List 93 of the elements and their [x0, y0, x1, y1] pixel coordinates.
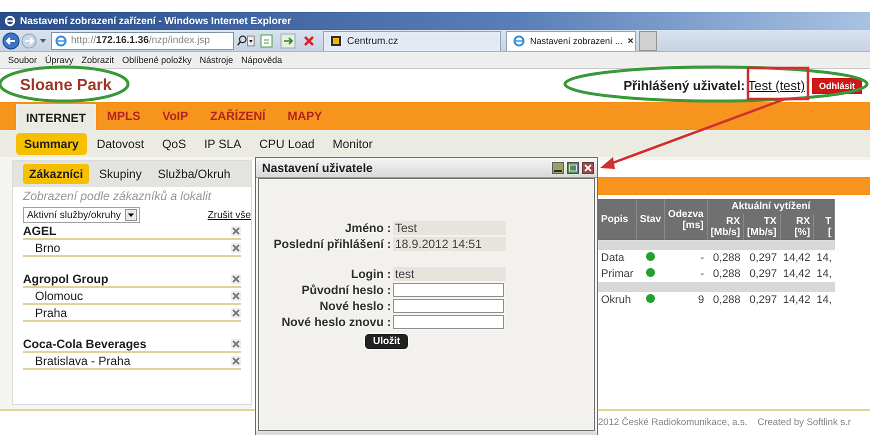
table-cell: 14,	[814, 250, 835, 266]
user-label: Přihlášený uživatel:	[624, 78, 745, 93]
back-forward-icon[interactable]	[2, 32, 48, 50]
page-icon	[55, 34, 67, 46]
search-icon[interactable]	[237, 32, 255, 48]
field-label: Nové heslo znovu :	[280, 315, 391, 329]
subnav-tab[interactable]: IP SLA	[196, 132, 250, 154]
table-cell: 14,42	[780, 250, 814, 266]
remove-icon[interactable]	[231, 242, 241, 252]
password-field[interactable]	[393, 315, 504, 329]
save-button[interactable]: Uložit	[365, 334, 408, 349]
window-title: Nastavení zobrazení zařízení - Windows Internet Explorer	[20, 16, 292, 26]
readonly-field: Test	[393, 221, 506, 235]
panel-tab[interactable]: Zákazníci	[23, 164, 90, 184]
browser-logo-icon	[4, 15, 16, 27]
table-cell: Data	[598, 250, 636, 266]
table-cell: -	[664, 250, 708, 266]
browser-tab[interactable]: Centrum.cz	[323, 30, 501, 50]
table-cell: 0,297	[744, 266, 780, 282]
customer-name[interactable]: Coca-Cola Beverages	[23, 336, 146, 350]
maximize-icon[interactable]	[567, 162, 579, 174]
remove-icon[interactable]	[231, 274, 241, 284]
site-icon	[330, 35, 342, 47]
column-header: RX [%]	[780, 214, 814, 240]
table-cell: 0,288	[707, 250, 744, 266]
site-logo: Sloane Park	[20, 76, 112, 94]
footer-text: 2012 České Radiokomunikace, a.s.	[598, 417, 748, 428]
subnav-tab[interactable]: Monitor	[324, 132, 381, 154]
location-name[interactable]: Olomouc	[35, 288, 84, 302]
dialog-title: Nastavení uživatele	[262, 160, 374, 174]
table-cell: 0,288	[707, 292, 744, 308]
location-name[interactable]: Brno	[35, 240, 60, 254]
table-cell: 14,42	[780, 266, 814, 282]
nav-tab[interactable]: INTERNET	[16, 104, 96, 130]
filter-dropdown[interactable]: Aktivní služby/okruhy	[23, 207, 140, 223]
location-name[interactable]: Praha	[35, 306, 68, 320]
field-label: Jméno :	[344, 221, 391, 235]
column-header: RX [Mb/s]	[707, 214, 744, 240]
remove-icon[interactable]	[231, 308, 241, 318]
field-label: Nové heslo :	[318, 299, 391, 313]
readonly-field: 18.9.2012 14:51	[393, 237, 506, 251]
customer-name[interactable]: Agropol Group	[23, 272, 108, 286]
clear-all-link[interactable]: Zrušit vše	[208, 210, 251, 220]
close-icon[interactable]	[582, 162, 594, 174]
readonly-field: test	[393, 267, 506, 281]
remove-icon[interactable]	[231, 290, 241, 300]
table-cell: 0,297	[744, 292, 780, 308]
subnav-tab[interactable]: QoS	[154, 132, 194, 154]
remove-icon[interactable]	[231, 338, 241, 348]
close-tab-button[interactable]: ×	[628, 36, 634, 46]
table-cell: 14,	[814, 266, 835, 282]
page-icon	[513, 35, 525, 47]
highlight-rectangle	[746, 66, 810, 100]
subnav-tab[interactable]: Datovost	[88, 132, 152, 154]
field-label: Login :	[350, 267, 391, 281]
column-header: Odezva [ms]	[664, 199, 708, 240]
column-header: TX [Mb/s]	[744, 214, 780, 240]
column-header: Popis	[598, 199, 636, 240]
table-cell: 14,	[814, 292, 835, 308]
field-label: Poslední přihlášení :	[272, 237, 391, 251]
field-label: Původní heslo :	[300, 283, 391, 297]
table-cell: 0,288	[707, 266, 744, 282]
password-field[interactable]	[393, 283, 504, 297]
table-cell: 0,297	[744, 250, 780, 266]
menu-item[interactable]: Soubor	[8, 55, 38, 65]
table-cell: 9	[664, 292, 708, 308]
column-header: Stav	[636, 199, 665, 240]
table-cell: Primar	[598, 266, 636, 282]
footer-text: Created by Softlink s.r	[757, 417, 851, 428]
menu-item[interactable]: Nástroje	[200, 55, 234, 65]
minimize-icon[interactable]	[552, 162, 564, 174]
subnav-tab[interactable]: CPU Load	[251, 132, 323, 154]
panel-hint: Zobrazení podle zákazníků a lokalit	[22, 188, 212, 203]
address-field[interactable]: http://172.16.1.36/nzp/index.jsp	[51, 32, 234, 50]
panel-tab[interactable]: Služba/Okruh	[152, 164, 236, 184]
remove-icon[interactable]	[231, 226, 241, 236]
subnav-tab[interactable]: Summary	[16, 132, 87, 154]
menu-item[interactable]: Oblíbené položky	[122, 55, 192, 65]
browser-tab[interactable]: Nastavení zobrazení ... ×	[506, 30, 636, 50]
user-link[interactable]: Test (test)	[748, 78, 805, 93]
password-field[interactable]	[393, 299, 504, 313]
customer-name[interactable]: AGEL	[23, 224, 56, 238]
table-cell: Okruh	[598, 292, 636, 308]
table-cell: -	[664, 266, 708, 282]
location-name[interactable]: Bratislava - Praha	[35, 354, 130, 368]
remove-icon[interactable]	[231, 356, 241, 366]
table-cell: 14,42	[780, 292, 814, 308]
column-header: T [	[814, 214, 835, 240]
column-group-header: Aktuální vytížení	[707, 199, 835, 214]
menu-item[interactable]: Úpravy	[45, 55, 74, 65]
menu-item[interactable]: Nápověda	[241, 55, 282, 65]
menu-item[interactable]: Zobrazit	[82, 55, 114, 65]
panel-tab[interactable]: Skupiny	[93, 164, 148, 184]
